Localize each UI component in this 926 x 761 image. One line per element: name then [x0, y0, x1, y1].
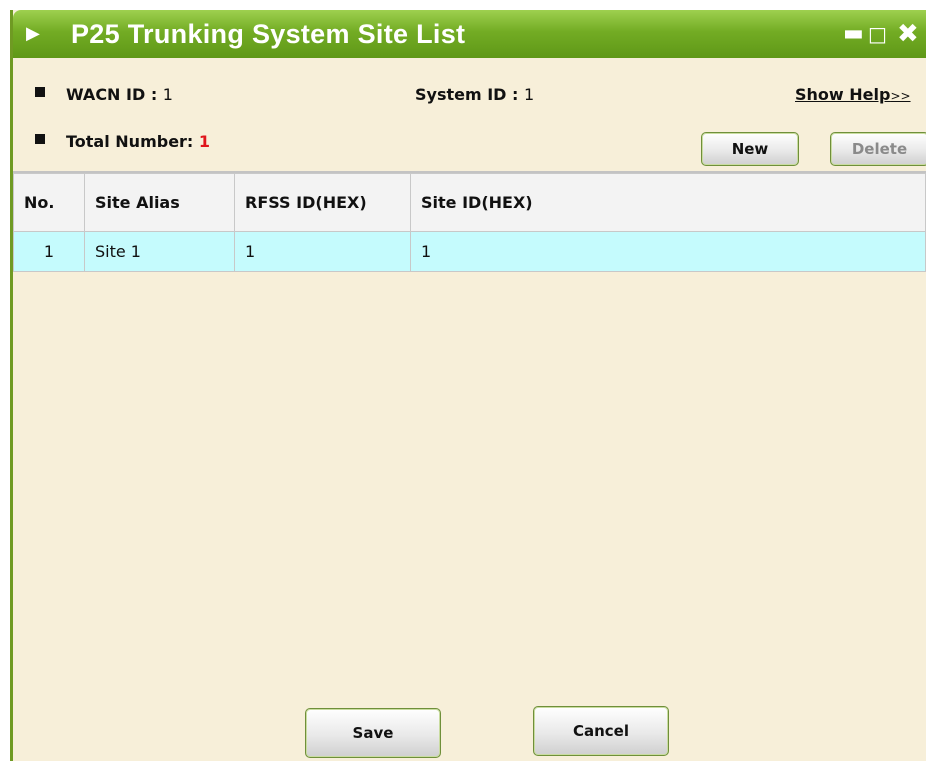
window-title: P25 Trunking System Site List [71, 19, 466, 49]
total-number-value: 1 [198, 132, 211, 151]
show-help-link[interactable]: Show Help>> [795, 85, 911, 106]
save-button[interactable]: Save [305, 708, 441, 758]
system-id: System ID : 1 [415, 85, 534, 105]
close-icon[interactable]: ✖ [897, 21, 919, 47]
system-id-value: 1 [524, 85, 535, 104]
column-header-rfss-id[interactable]: RFSS ID(HEX) [234, 173, 411, 232]
play-arrow-icon: ▶ [26, 23, 40, 44]
cell-site-id: 1 [410, 231, 926, 272]
title-bar[interactable]: ▶ P25 Trunking System Site List ▬ □ ✖ [13, 10, 926, 58]
wacn-id-label: WACN ID : [66, 85, 163, 104]
total-number: Total Number: 1 [66, 132, 210, 152]
square-bullet-icon [35, 87, 45, 97]
system-id-label: System ID : [415, 85, 524, 104]
table-row[interactable]: 1 Site 1 1 1 [13, 231, 926, 272]
cancel-button[interactable]: Cancel [533, 706, 669, 756]
site-list-window: ▶ P25 Trunking System Site List ▬ □ ✖ WA… [10, 10, 926, 761]
show-help-arrows: >> [890, 89, 911, 103]
total-number-label: Total Number: [66, 132, 199, 151]
delete-button[interactable]: Delete [830, 132, 926, 166]
site-table-container: No. Site Alias RFSS ID(HEX) Site ID(HEX)… [13, 171, 926, 272]
square-bullet-icon [35, 134, 45, 144]
cell-no: 1 [13, 231, 85, 272]
column-header-no[interactable]: No. [13, 173, 85, 232]
cell-rfss-id: 1 [234, 231, 411, 272]
wacn-id-value: 1 [162, 85, 173, 104]
column-header-site-id[interactable]: Site ID(HEX) [410, 173, 926, 232]
column-header-site-alias[interactable]: Site Alias [84, 173, 235, 232]
table-header-row: No. Site Alias RFSS ID(HEX) Site ID(HEX) [13, 173, 926, 232]
cell-site-alias: Site 1 [84, 231, 235, 272]
site-table: No. Site Alias RFSS ID(HEX) Site ID(HEX)… [13, 173, 926, 272]
show-help-label: Show Help [795, 85, 891, 104]
new-button[interactable]: New [701, 132, 799, 166]
minimize-icon[interactable]: ▬ [843, 22, 864, 46]
wacn-id: WACN ID : 1 [66, 85, 173, 105]
maximize-icon[interactable]: □ [868, 22, 887, 46]
